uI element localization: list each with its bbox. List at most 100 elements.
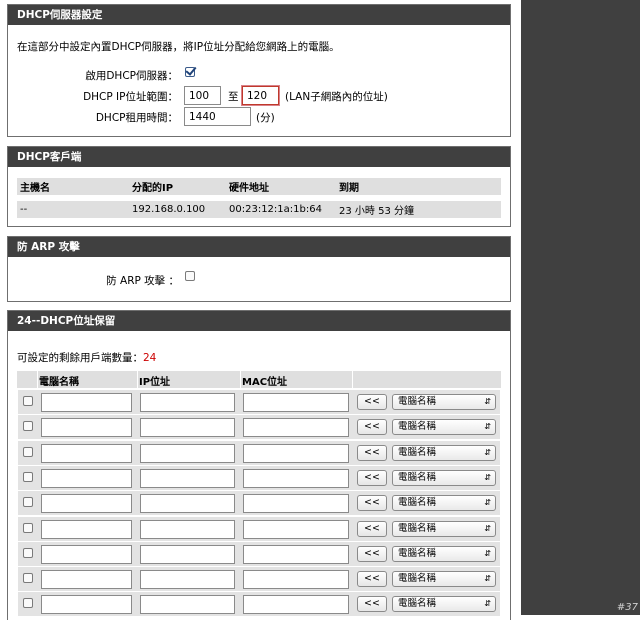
- mac-address-input[interactable]: [243, 520, 349, 539]
- lease-time-input[interactable]: [184, 107, 251, 126]
- computer-name-select[interactable]: 電腦名稱 ⇵: [392, 470, 496, 486]
- computer-name-select[interactable]: 電腦名稱 ⇵: [392, 596, 496, 612]
- lease-time-label: DHCP租用時間：: [95, 112, 178, 124]
- computer-name-input[interactable]: [41, 494, 132, 513]
- computer-name-input[interactable]: [41, 418, 132, 437]
- copy-button[interactable]: <<: [357, 596, 387, 612]
- page-mark: #37: [616, 602, 638, 613]
- arp-checkbox[interactable]: [185, 271, 195, 281]
- ip-address-input[interactable]: [140, 393, 235, 412]
- select-arrows-icon: ⇵: [484, 574, 491, 583]
- col-assigned-ip: 分配的IP: [129, 178, 226, 195]
- computer-name-input[interactable]: [41, 545, 132, 564]
- ip-address-input[interactable]: [140, 469, 235, 488]
- main-content: DHCP伺服器設定 在這部分中設定內置DHCP伺服器，將IP位址分配給您網路上的…: [0, 0, 521, 620]
- remaining-count: 24: [143, 352, 157, 364]
- right-dark-panel: #37: [521, 0, 640, 615]
- select-value: 電腦名稱: [398, 447, 437, 458]
- mac-address-input[interactable]: [243, 418, 349, 437]
- row-select-checkbox[interactable]: [23, 598, 33, 608]
- computer-name-input[interactable]: [41, 595, 132, 614]
- copy-button[interactable]: <<: [357, 394, 387, 410]
- computer-name-input[interactable]: [41, 520, 132, 539]
- arp-title: 防 ARP 攻擊: [8, 237, 510, 257]
- row-select-checkbox[interactable]: [23, 573, 33, 583]
- mac-address-input[interactable]: [243, 393, 349, 412]
- remaining-clients-label: 可設定的剩餘用戶端數量：24: [17, 350, 156, 365]
- row-select-checkbox[interactable]: [23, 447, 33, 457]
- computer-name-select[interactable]: 電腦名稱 ⇵: [392, 394, 496, 410]
- computer-name-select[interactable]: 電腦名稱 ⇵: [392, 571, 496, 587]
- row-select-checkbox[interactable]: [23, 548, 33, 558]
- table-row: << 電腦名稱 ⇵: [18, 592, 500, 616]
- arp-label: 防 ARP 攻擊 ：: [106, 275, 179, 287]
- table-row: << 電腦名稱 ⇵: [18, 390, 500, 414]
- copy-button[interactable]: <<: [357, 470, 387, 486]
- select-arrows-icon: ⇵: [484, 524, 491, 533]
- copy-button[interactable]: <<: [357, 419, 387, 435]
- row-select-checkbox[interactable]: [23, 421, 33, 431]
- enable-dhcp-checkbox[interactable]: [185, 67, 195, 77]
- mac-address-input[interactable]: [243, 545, 349, 564]
- lease-time-unit: (分): [256, 112, 275, 124]
- select-value: 電腦名稱: [398, 523, 437, 534]
- ip-address-input[interactable]: [140, 545, 235, 564]
- copy-button[interactable]: <<: [357, 445, 387, 461]
- mac-address-input[interactable]: [243, 570, 349, 589]
- copy-button[interactable]: <<: [357, 546, 387, 562]
- select-value: 電腦名稱: [398, 598, 437, 609]
- copy-button[interactable]: <<: [357, 521, 387, 537]
- select-value: 電腦名稱: [398, 421, 437, 432]
- select-arrows-icon: ⇵: [484, 448, 491, 457]
- arp-section: 防 ARP 攻擊 防 ARP 攻擊 ：: [7, 236, 511, 302]
- mac-address-input[interactable]: [243, 494, 349, 513]
- ip-address-input[interactable]: [140, 494, 235, 513]
- select-value: 電腦名稱: [398, 548, 437, 559]
- ip-address-input[interactable]: [140, 520, 235, 539]
- table-row: << 電腦名稱 ⇵: [18, 567, 500, 591]
- dhcp-clients-title: DHCP客戶端: [8, 147, 510, 167]
- mac-address-input[interactable]: [243, 595, 349, 614]
- table-row: << 電腦名稱 ⇵: [18, 441, 500, 465]
- computer-name-input[interactable]: [41, 444, 132, 463]
- computer-name-input[interactable]: [41, 570, 132, 589]
- select-arrows-icon: ⇵: [484, 498, 491, 507]
- col-hardware-address: 硬件地址: [226, 178, 336, 195]
- table-row: -- 192.168.0.100 00:23:12:1a:1b:64 23 小時…: [17, 201, 501, 218]
- computer-name-input[interactable]: [41, 393, 132, 412]
- dhcp-clients-section: DHCP客戶端 主機名 分配的IP 硬件地址 到期 -- 192.168.0.1…: [7, 146, 511, 227]
- ip-range-to-label: 至: [228, 91, 239, 103]
- ip-address-input[interactable]: [140, 418, 235, 437]
- copy-button[interactable]: <<: [357, 495, 387, 511]
- reservation-title: 24--DHCP位址保留: [8, 311, 510, 331]
- ip-range-hint: (LAN子網路內的位址): [285, 91, 388, 103]
- col-computer-name: 電腦名稱: [39, 377, 79, 388]
- row-select-checkbox[interactable]: [23, 497, 33, 507]
- row-select-checkbox[interactable]: [23, 523, 33, 533]
- client-ip: 192.168.0.100: [129, 201, 226, 218]
- row-select-checkbox[interactable]: [23, 472, 33, 482]
- computer-name-select[interactable]: 電腦名稱 ⇵: [392, 445, 496, 461]
- ip-range-end-input[interactable]: [242, 86, 279, 105]
- ip-range-label: DHCP IP位址範圍：: [83, 91, 178, 103]
- mac-address-input[interactable]: [243, 469, 349, 488]
- row-select-checkbox[interactable]: [23, 396, 33, 406]
- ip-address-input[interactable]: [140, 595, 235, 614]
- client-hostname: --: [17, 201, 129, 218]
- computer-name-select[interactable]: 電腦名稱 ⇵: [392, 521, 496, 537]
- select-value: 電腦名稱: [398, 396, 437, 407]
- client-mac: 00:23:12:1a:1b:64: [226, 201, 336, 218]
- dhcp-clients-table: 主機名 分配的IP 硬件地址 到期 -- 192.168.0.100 00:23…: [17, 178, 501, 218]
- mac-address-input[interactable]: [243, 444, 349, 463]
- computer-name-select[interactable]: 電腦名稱 ⇵: [392, 495, 496, 511]
- computer-name-select[interactable]: 電腦名稱 ⇵: [392, 419, 496, 435]
- ip-address-input[interactable]: [140, 444, 235, 463]
- copy-button[interactable]: <<: [357, 571, 387, 587]
- select-value: 電腦名稱: [398, 573, 437, 584]
- computer-name-input[interactable]: [41, 469, 132, 488]
- table-row: << 電腦名稱 ⇵: [18, 466, 500, 490]
- ip-address-input[interactable]: [140, 570, 235, 589]
- table-row: << 電腦名稱 ⇵: [18, 542, 500, 566]
- ip-range-start-input[interactable]: [184, 86, 221, 105]
- computer-name-select[interactable]: 電腦名稱 ⇵: [392, 546, 496, 562]
